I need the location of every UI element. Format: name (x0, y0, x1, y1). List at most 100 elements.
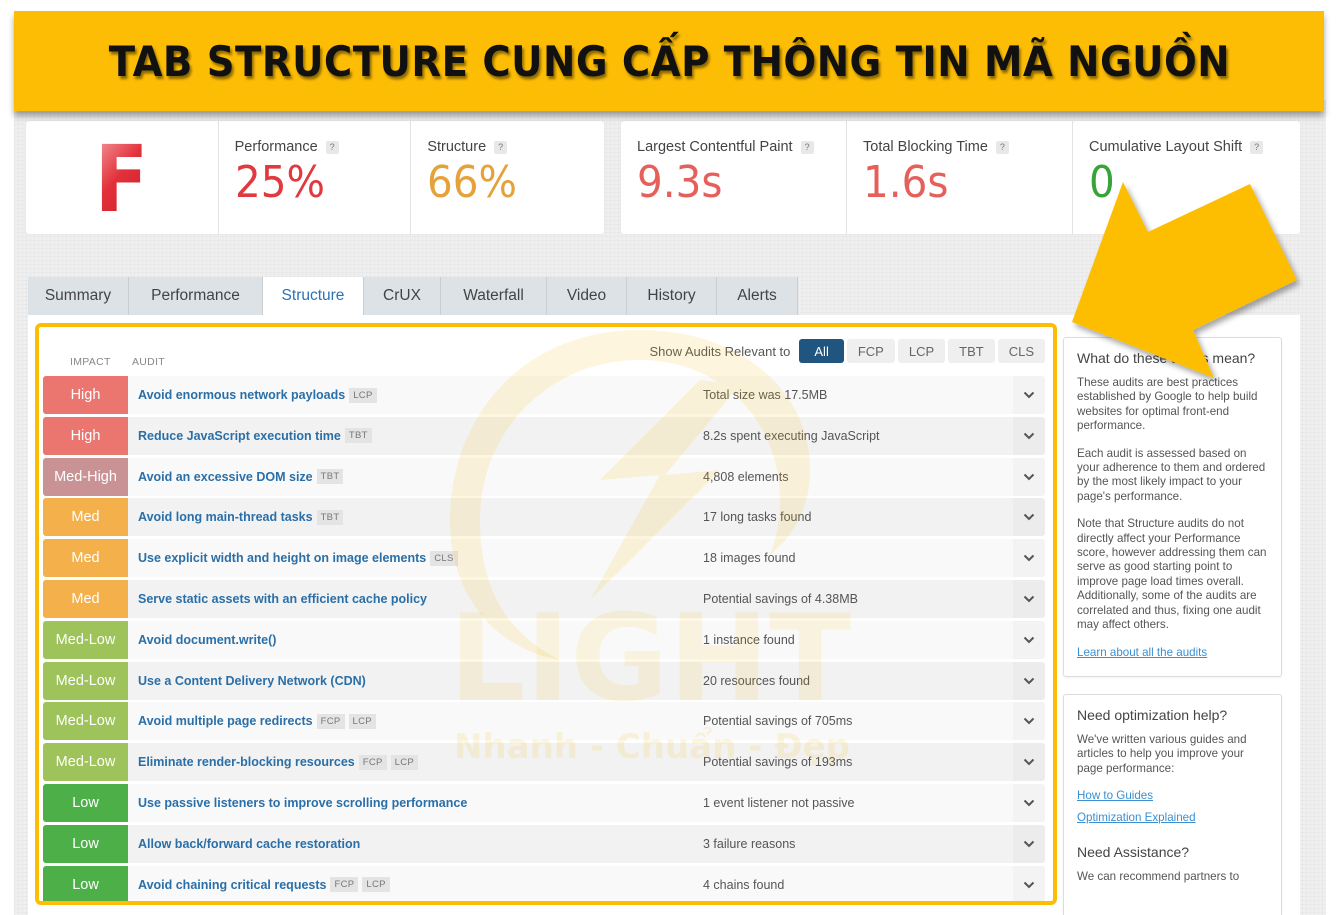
metric-value: 1.6s (863, 157, 949, 208)
score-card-grades: F Performance? 25% Structure? 66% (26, 121, 604, 234)
help-icon[interactable]: ? (1250, 140, 1264, 154)
audit-row[interactable]: Med-Low Eliminate render-blocking resour… (43, 743, 1045, 782)
grade-cell: F (26, 121, 219, 234)
audit-title[interactable]: Serve static assets with an efficient ca… (138, 592, 427, 606)
audit-title[interactable]: Avoid enormous network payloads (138, 388, 345, 402)
audit-title[interactable]: Avoid document.write() (138, 633, 276, 647)
chevron-down-icon[interactable] (1013, 498, 1045, 536)
metric-lcp: Largest Contentful Paint? 9.3s (621, 121, 847, 234)
filter-lcp-button[interactable]: LCP (897, 339, 946, 363)
learn-audits-link[interactable]: Learn about all the audits (1077, 646, 1269, 659)
metric-tag: LCP (362, 877, 390, 893)
audit-row[interactable]: Med-Low Avoid multiple page redirects FCP… (43, 702, 1045, 741)
sidebar-help: Need optimization help? We've written va… (1063, 694, 1282, 915)
help-icon[interactable]: ? (325, 140, 339, 154)
audit-title[interactable]: Avoid an excessive DOM size (138, 470, 313, 484)
audit-row[interactable]: Med Use explicit width and height on ima… (43, 539, 1045, 578)
chevron-down-icon[interactable] (1013, 866, 1045, 901)
impact-badge: High (43, 416, 128, 455)
audit-row[interactable]: Low Use passive listeners to improve scr… (43, 783, 1045, 822)
audit-title-cell: Use passive listeners to improve scrolli… (128, 784, 703, 822)
filter-label: Show Audits Relevant to (649, 343, 791, 359)
audit-result: 1 instance found (703, 632, 795, 647)
metric-label: Performance (234, 139, 318, 155)
metric-tag: FCP (358, 754, 387, 770)
audit-title[interactable]: Avoid chaining critical requests (138, 878, 326, 892)
audit-row[interactable]: Low Avoid chaining critical requests FCP L… (43, 865, 1045, 901)
impact-badge: Med-High (43, 457, 128, 496)
help-icon[interactable]: ? (494, 140, 508, 154)
metric-performance: Performance? 25% (219, 121, 412, 234)
filter-tbt-button[interactable]: TBT (948, 339, 995, 363)
audit-result: 18 images found (703, 551, 796, 566)
metric-value: 0 (1089, 157, 1115, 208)
audit-title[interactable]: Reduce JavaScript execution time (138, 429, 341, 443)
audit-title[interactable]: Eliminate render-blocking resources (138, 755, 355, 769)
metric-tag: FCP (316, 713, 345, 729)
impact-badge: Med-Low (43, 620, 128, 659)
chevron-down-icon[interactable] (1013, 458, 1045, 496)
sidebar-paragraph: Note that Structure audits do not direct… (1077, 517, 1267, 632)
audit-title-cell: Eliminate render-blocking resources FCP LC… (128, 743, 703, 781)
chevron-down-icon[interactable] (1013, 376, 1045, 414)
tab-structure[interactable]: Structure (263, 277, 364, 315)
audit-result: Potential savings of 193ms (703, 755, 853, 770)
audit-title-cell: Avoid multiple page redirects FCP LCP (128, 702, 703, 740)
tab-waterfall[interactable]: Waterfall (441, 277, 547, 315)
help-icon[interactable]: ? (995, 140, 1009, 154)
filter-fcp-button[interactable]: FCP (846, 339, 895, 363)
chevron-down-icon[interactable] (1013, 784, 1045, 822)
audit-title[interactable]: Avoid multiple page redirects (138, 714, 313, 728)
audit-title-cell: Reduce JavaScript execution time TBT (128, 417, 703, 455)
tab-summary[interactable]: Summary (28, 277, 129, 315)
metric-value: 25% (234, 157, 325, 208)
metric-tag: TBT (316, 509, 344, 525)
impact-badge: Low (43, 824, 128, 863)
audit-result: 8.2s spent executing JavaScript (703, 428, 880, 443)
audit-title[interactable]: Allow back/forward cache restoration (138, 837, 360, 851)
tab-performance[interactable]: Performance (129, 277, 263, 315)
metric-tag: LCP (348, 713, 376, 729)
audit-result: 4 chains found (703, 877, 785, 892)
audit-title[interactable]: Use explicit width and height on image e… (138, 551, 426, 565)
chevron-down-icon[interactable] (1013, 539, 1045, 577)
audit-row[interactable]: Med-Low Use a Content Delivery Network (… (43, 661, 1045, 700)
chevron-down-icon[interactable] (1013, 662, 1045, 700)
audit-row[interactable]: High Reduce JavaScript execution time TBT… (43, 416, 1045, 455)
metric-tbt: Total Blocking Time? 1.6s (847, 121, 1073, 234)
chevron-down-icon[interactable] (1013, 621, 1045, 659)
chevron-down-icon[interactable] (1013, 702, 1045, 740)
tab-video[interactable]: Video (547, 277, 627, 315)
tab-alerts[interactable]: Alerts (717, 277, 798, 315)
filter-cls-button[interactable]: CLS (997, 339, 1045, 363)
grade-letter: F (95, 125, 149, 233)
audit-row[interactable]: Low Allow back/forward cache restoration… (43, 824, 1045, 863)
audit-title-cell: Use explicit width and height on image e… (128, 539, 703, 577)
metric-tag: LCP (349, 387, 377, 403)
tab-history[interactable]: History (627, 277, 717, 315)
audit-row[interactable]: High Avoid enormous network payloads LCP … (43, 376, 1045, 414)
chevron-down-icon[interactable] (1013, 417, 1045, 455)
tab-crux[interactable]: CrUX (364, 277, 441, 315)
how-to-guides-link[interactable]: How to Guides (1077, 789, 1269, 802)
optimization-explained-link[interactable]: Optimization Explained (1077, 811, 1269, 824)
help-icon[interactable]: ? (800, 140, 814, 154)
chevron-down-icon[interactable] (1013, 825, 1045, 863)
audit-result: Potential savings of 4.38MB (703, 591, 858, 606)
audit-result: Potential savings of 705ms (703, 714, 853, 729)
chevron-down-icon[interactable] (1013, 580, 1045, 618)
audit-title[interactable]: Avoid long main-thread tasks (138, 510, 313, 524)
report-tabs: Summary Performance Structure CrUX Water… (28, 277, 798, 315)
impact-badge: Med-Low (43, 661, 128, 700)
audit-row[interactable]: Med Avoid long main-thread tasks TBT 17 l… (43, 498, 1045, 537)
audit-highlight-frame: IMPACT AUDIT Show Audits Relevant to All… (35, 323, 1057, 905)
audit-row[interactable]: Med Serve static assets with an efficien… (43, 579, 1045, 618)
sidebar-paragraph: We can recommend partners to (1077, 870, 1240, 884)
audit-title[interactable]: Use passive listeners to improve scrolli… (138, 796, 467, 810)
audit-row[interactable]: Med-Low Avoid document.write() 1 instanc… (43, 620, 1045, 659)
metric-cls: Cumulative Layout Shift? 0 (1073, 121, 1299, 234)
chevron-down-icon[interactable] (1013, 743, 1045, 781)
audit-title[interactable]: Use a Content Delivery Network (CDN) (138, 674, 366, 688)
filter-all-button[interactable]: All (799, 339, 844, 363)
audit-row[interactable]: Med-High Avoid an excessive DOM size TBT … (43, 457, 1045, 496)
